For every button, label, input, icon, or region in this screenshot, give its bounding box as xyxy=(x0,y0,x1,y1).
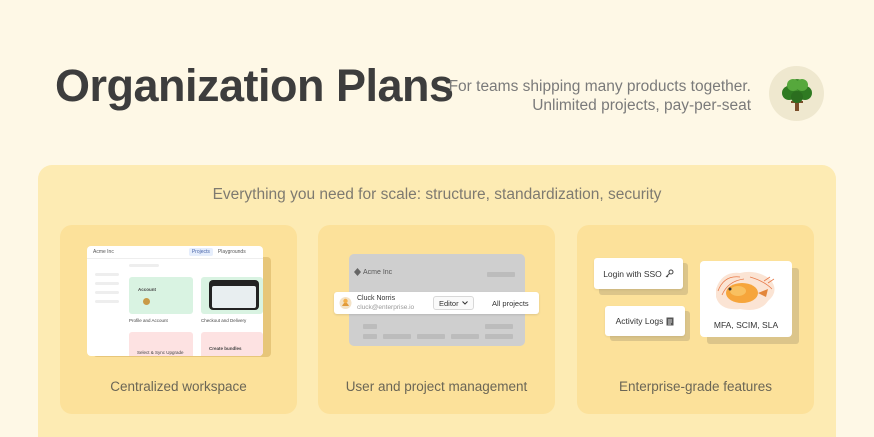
logs-chip: Activity Logs xyxy=(605,306,685,336)
tile-account xyxy=(129,277,193,314)
tree-icon xyxy=(781,78,812,111)
table-cell xyxy=(417,334,445,339)
card-centralized-workspace: Acme Inc Projects Playgrounds Account Pr… xyxy=(60,225,297,414)
chevron-down-icon xyxy=(461,301,468,305)
phone-map xyxy=(212,286,256,308)
table-cell xyxy=(485,334,513,339)
card-label-workspace: Centralized workspace xyxy=(110,379,247,394)
placeholder-line xyxy=(129,264,159,267)
tile-bundles-title: Create bundles xyxy=(209,346,242,351)
avatar xyxy=(143,298,150,305)
mfa-label: MFA, SCIM, SLA xyxy=(713,320,779,330)
tab-projects: Projects xyxy=(188,248,213,256)
card-label-enterprise: Enterprise-grade features xyxy=(618,379,773,394)
workspace-preview: Acme Inc Projects Playgrounds Account Pr… xyxy=(87,246,263,356)
placeholder-line xyxy=(95,282,119,285)
org-logo-icon xyxy=(354,268,361,276)
panel-heading: Everything you need for scale: structure… xyxy=(212,186,662,203)
tile-checkout-caption: Checkout and Delivery xyxy=(201,318,247,323)
cushion-illustration-icon xyxy=(716,271,775,310)
members-org: Acme Inc xyxy=(363,269,393,276)
logs-label: Activity Logs xyxy=(615,316,664,326)
placeholder-line xyxy=(95,273,119,276)
key-icon xyxy=(665,269,674,278)
tile-account-caption: Profile and Account xyxy=(129,318,168,323)
member-email: cluck@enterprise.io xyxy=(357,304,415,311)
tagline-line-2: Unlimited projects, pay-per-seat xyxy=(532,97,751,114)
role-value: Editor xyxy=(439,298,459,308)
project-scope[interactable]: All projects xyxy=(492,299,529,308)
role-select[interactable]: Editor xyxy=(433,296,474,310)
mfa-card: MFA, SCIM, SLA xyxy=(700,261,792,337)
plan-tagline: For teams shipping many products togethe… xyxy=(449,77,751,115)
card-enterprise-features: Login with SSO Activity Logs MFA, SCIM, … xyxy=(577,225,814,414)
table-cell xyxy=(487,272,515,277)
avatar-icon xyxy=(339,297,352,309)
page-title: Organization Plans xyxy=(55,60,454,111)
workspace-org: Acme Inc xyxy=(93,249,114,255)
member-name: Cluck Norris xyxy=(357,295,396,302)
table-cell xyxy=(363,334,377,339)
tile-upgrade-title: Select & Sync Upgrade xyxy=(137,350,184,355)
table-cell xyxy=(363,324,377,329)
sso-label: Login with SSO xyxy=(603,268,662,279)
features-panel: Everything you need for scale: structure… xyxy=(38,165,836,437)
sso-chip: Login with SSO xyxy=(594,258,683,289)
placeholder-line xyxy=(95,300,119,303)
card-user-management: Acme Inc Cluck Norris cluck@enterprise.i… xyxy=(318,225,555,414)
table-cell xyxy=(451,334,479,339)
card-label-user-management: User and project management xyxy=(345,379,528,394)
workspace-topbar: Acme Inc Projects Playgrounds xyxy=(87,246,263,259)
tagline-line-1: For teams shipping many products togethe… xyxy=(448,78,751,95)
tab-playgrounds: Playgrounds xyxy=(217,249,246,255)
placeholder-line xyxy=(95,291,119,294)
member-row[interactable]: Cluck Norris cluck@enterprise.io Editor … xyxy=(334,292,539,314)
table-cell xyxy=(383,334,411,339)
tile-account-title: Account xyxy=(138,287,156,292)
document-icon xyxy=(666,317,674,325)
tree-badge xyxy=(769,66,824,121)
table-cell xyxy=(485,324,513,329)
tile-bundles xyxy=(201,332,263,356)
